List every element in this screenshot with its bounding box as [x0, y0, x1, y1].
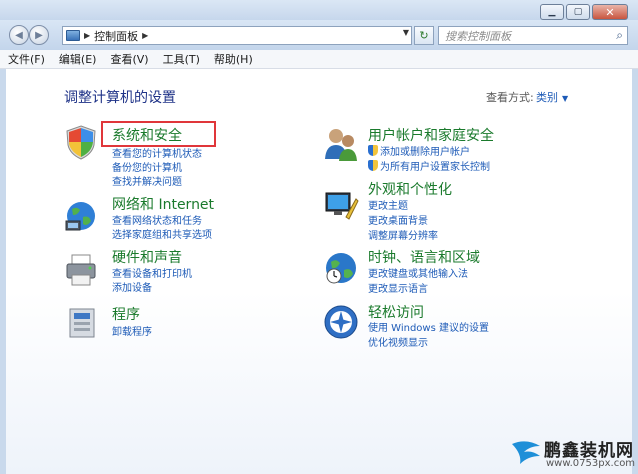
breadcrumb-arrow-icon[interactable]: ▶	[142, 31, 148, 40]
link-backup-computer[interactable]: 备份您的计算机	[112, 159, 182, 174]
network-globe-icon[interactable]	[62, 197, 100, 235]
title-bar: ▁ ▢ ✕	[0, 0, 638, 20]
control-panel-icon	[66, 30, 80, 41]
programs-icon[interactable]	[62, 303, 100, 341]
link-optimize-video[interactable]: 优化视频显示	[368, 334, 428, 349]
link-add-remove-accounts-label: 添加或删除用户帐户	[380, 147, 470, 158]
watermark: 鹏鑫装机网 www.0753px.com	[510, 434, 636, 472]
uac-shield-icon	[368, 145, 378, 156]
appearance-icon[interactable]	[322, 187, 360, 225]
maximize-button[interactable]: ▢	[566, 4, 590, 20]
link-change-theme[interactable]: 更改主题	[368, 197, 408, 212]
link-parental-controls[interactable]: 为所有用户设置家长控制	[368, 158, 490, 173]
menu-bar: 文件(F) 编辑(E) 查看(V) 工具(T) 帮助(H)	[0, 50, 638, 69]
search-placeholder: 搜索控制面板	[445, 29, 511, 43]
watermark-logo-icon	[512, 441, 540, 464]
link-view-computer-status[interactable]: 查看您的计算机状态	[112, 145, 202, 160]
address-dropdown-icon[interactable]: ▼	[403, 28, 409, 37]
refresh-button[interactable]: ↻	[414, 26, 434, 45]
printer-icon[interactable]	[62, 251, 100, 289]
link-add-remove-accounts[interactable]: 添加或删除用户帐户	[368, 143, 470, 158]
highlight-box	[101, 121, 216, 147]
chevron-down-icon: ▼	[562, 94, 569, 103]
forward-button[interactable]: ▶	[29, 25, 49, 45]
link-parental-controls-label: 为所有用户设置家长控制	[380, 162, 490, 173]
category-title-user-accounts[interactable]: 用户帐户和家庭安全	[368, 125, 494, 145]
uac-shield-icon	[368, 160, 378, 171]
page-title: 调整计算机的设置	[64, 90, 176, 106]
breadcrumb-arrow-icon: ▶	[84, 31, 91, 40]
minimize-button[interactable]: ▁	[540, 4, 564, 20]
category-title-network-internet[interactable]: 网络和 Internet	[112, 194, 214, 214]
menu-file[interactable]: 文件(F)	[8, 51, 45, 67]
view-by-dropdown[interactable]: 类别 ▼	[536, 89, 568, 105]
link-view-network-status[interactable]: 查看网络状态和任务	[112, 212, 202, 227]
link-uninstall-program[interactable]: 卸载程序	[112, 323, 152, 338]
link-adjust-resolution[interactable]: 调整屏幕分辨率	[368, 227, 438, 242]
link-homegroup-sharing[interactable]: 选择家庭组和共享选项	[112, 226, 212, 241]
view-by-value: 类别	[536, 91, 558, 104]
users-icon[interactable]	[322, 125, 360, 163]
ease-of-access-icon[interactable]	[322, 303, 360, 341]
breadcrumb-control-panel[interactable]: 控制面板	[94, 28, 138, 44]
search-icon[interactable]: ⌕	[616, 28, 623, 43]
link-find-fix-problems[interactable]: 查找并解决问题	[112, 173, 182, 188]
security-shield-icon[interactable]	[62, 123, 100, 161]
link-change-desktop-background[interactable]: 更改桌面背景	[368, 212, 428, 227]
link-devices-printers[interactable]: 查看设备和打印机	[112, 265, 192, 280]
menu-help[interactable]: 帮助(H)	[214, 51, 253, 67]
window-controls: ▁ ▢ ✕	[540, 4, 628, 20]
menu-edit[interactable]: 编辑(E)	[59, 51, 97, 67]
category-title-appearance[interactable]: 外观和个性化	[368, 179, 452, 199]
close-button[interactable]: ✕	[592, 4, 628, 20]
link-change-keyboard[interactable]: 更改键盘或其他输入法	[368, 265, 468, 280]
menu-view[interactable]: 查看(V)	[110, 51, 148, 67]
control-panel-content: 调整计算机的设置 查看方式: 类别 ▼ 系统和安全 查看您的计算机状态 备份您的计…	[0, 69, 638, 474]
menu-tools[interactable]: 工具(T)	[163, 51, 200, 67]
address-bar[interactable]: ▶ 控制面板 ▶ ▼	[62, 26, 412, 45]
link-add-device[interactable]: 添加设备	[112, 279, 152, 294]
watermark-url: www.0753px.com	[546, 458, 636, 469]
clock-globe-icon[interactable]	[322, 249, 360, 287]
link-recommended-settings[interactable]: 使用 Windows 建议的设置	[368, 319, 489, 334]
link-change-display-language[interactable]: 更改显示语言	[368, 280, 428, 295]
search-input[interactable]: 搜索控制面板 ⌕	[438, 26, 628, 45]
back-button[interactable]: ◀	[9, 25, 29, 45]
view-by-label: 查看方式:	[486, 91, 534, 104]
category-title-hardware-sound[interactable]: 硬件和声音	[112, 247, 182, 267]
category-title-programs[interactable]: 程序	[112, 304, 140, 324]
category-title-clock-language-region[interactable]: 时钟、语言和区域	[368, 247, 480, 267]
navigation-bar: ◀ ▶ ▶ 控制面板 ▶ ▼ ↻ 搜索控制面板 ⌕	[0, 20, 638, 50]
